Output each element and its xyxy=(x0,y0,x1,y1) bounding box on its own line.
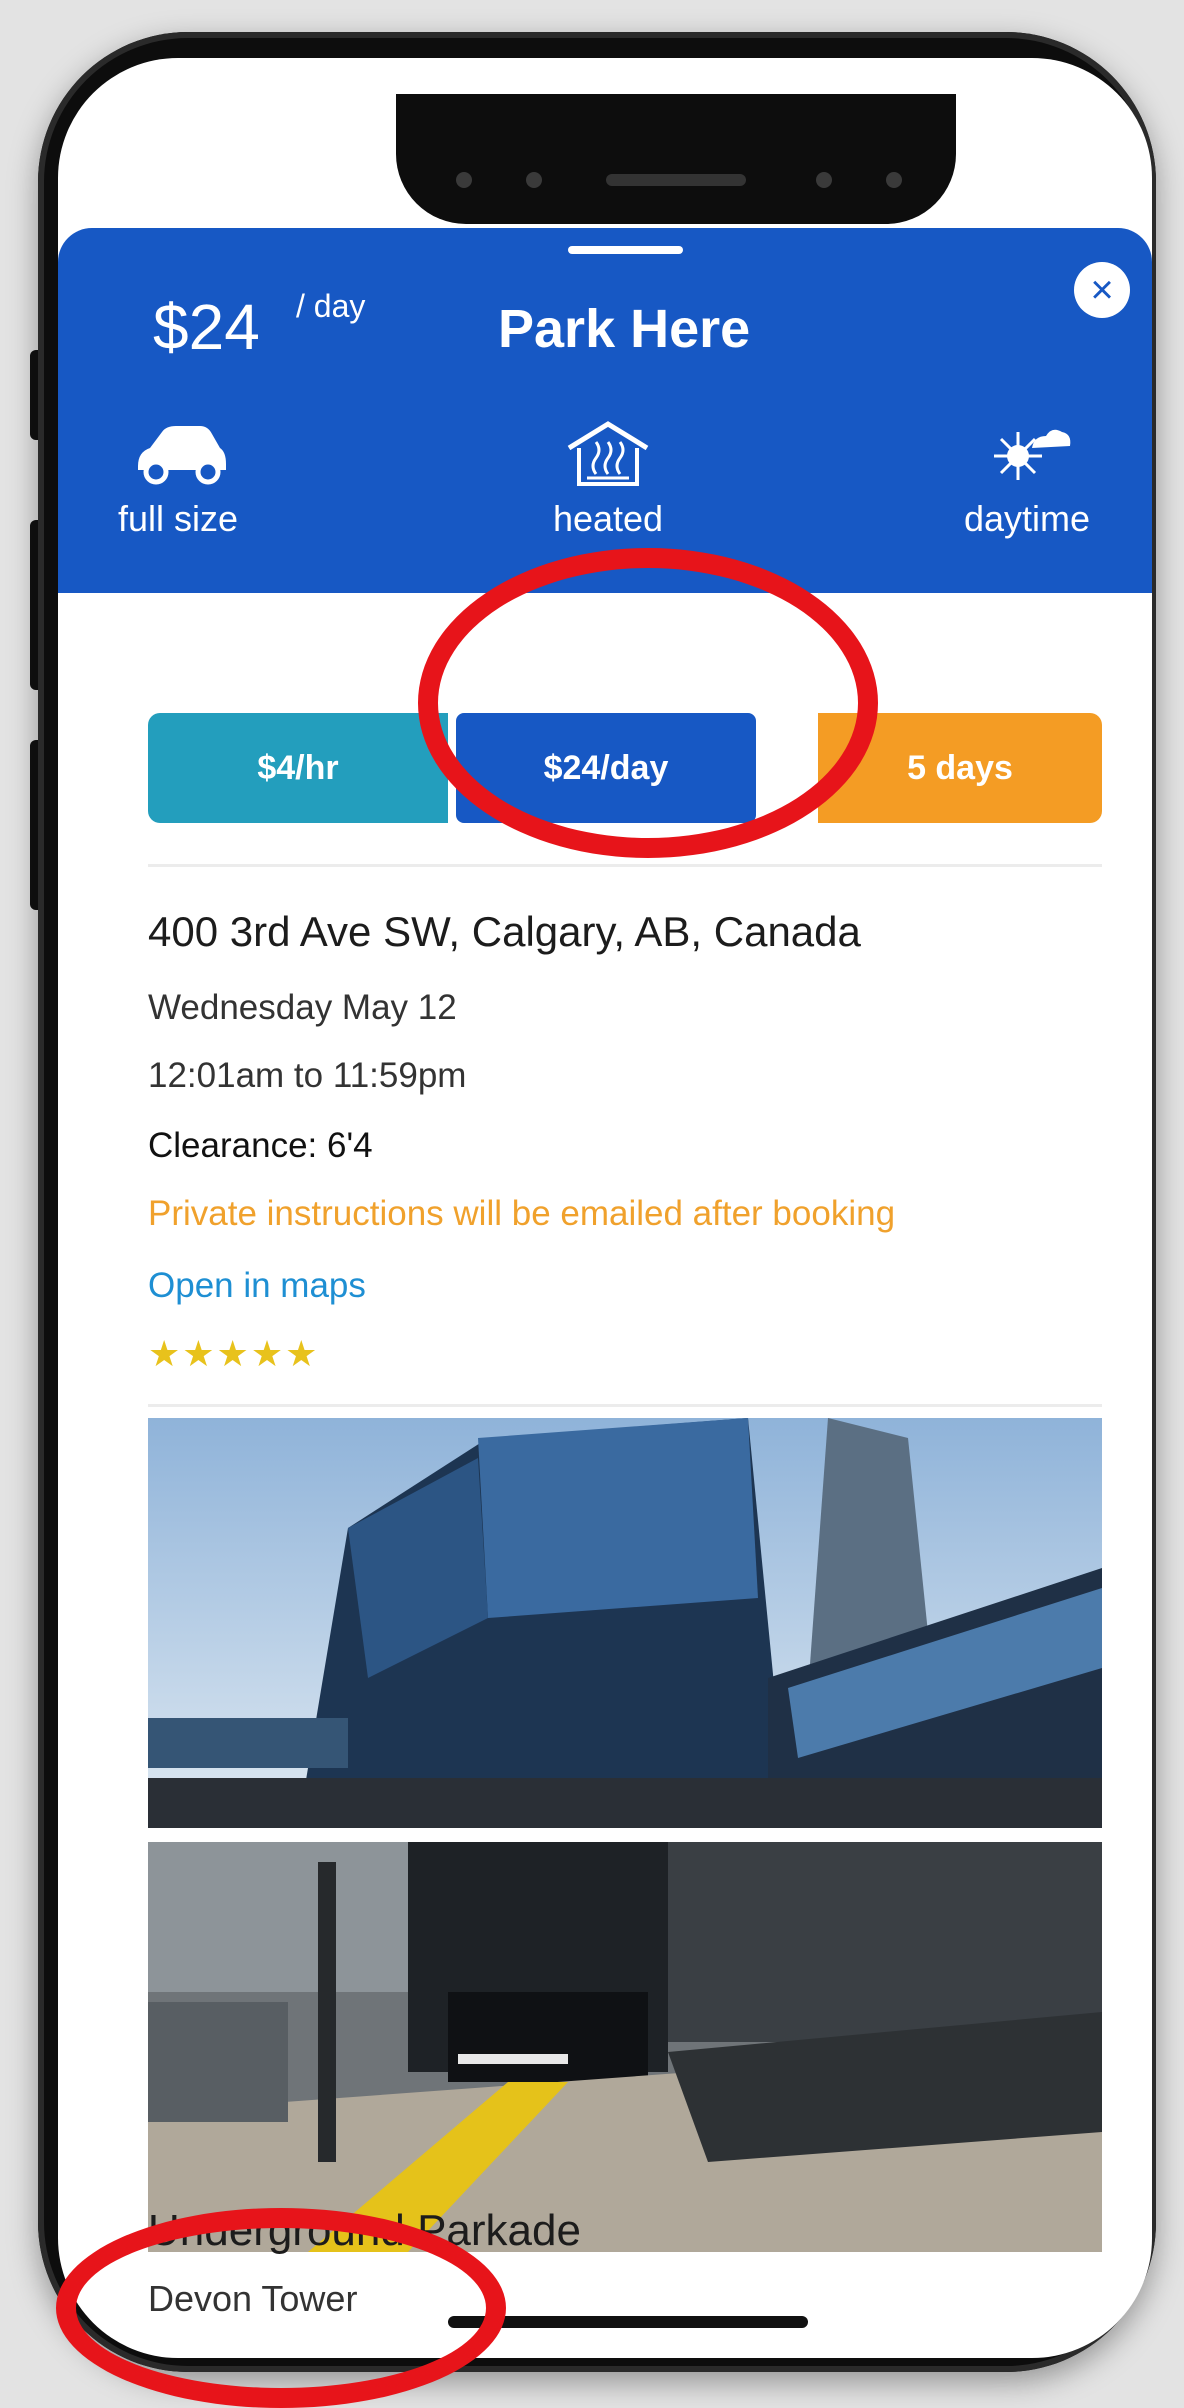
sensor-dot xyxy=(886,172,902,188)
feature-label: daytime xyxy=(963,498,1091,539)
location-caption: Underground Parkade xyxy=(148,2206,581,2255)
home-indicator[interactable] xyxy=(448,2316,808,2328)
speaker-grille xyxy=(606,174,746,186)
feature-label: heated xyxy=(552,498,664,539)
building-photo xyxy=(148,1418,1102,1828)
phone-notch xyxy=(396,94,956,224)
divider xyxy=(148,1404,1102,1407)
close-button[interactable]: × xyxy=(1074,262,1130,318)
price-unit: / day xyxy=(296,288,366,324)
feature-full-size: full size xyxy=(78,418,278,540)
daily-price: $24 xyxy=(153,291,260,363)
sun-cloud-icon xyxy=(922,418,1132,498)
camera-dot xyxy=(526,172,542,188)
sensor-dot xyxy=(456,172,472,188)
star-rating: ★★★★★ xyxy=(148,1333,320,1374)
clearance-height: Clearance: 6'4 xyxy=(148,1126,373,1165)
parking-address: 400 3rd Ave SW, Calgary, AB, Canada xyxy=(148,908,861,955)
divider xyxy=(148,864,1102,867)
close-icon: × xyxy=(1090,268,1114,312)
car-icon xyxy=(78,418,278,498)
rate-tab-daily[interactable]: $24/day xyxy=(456,713,756,823)
rate-tab-multi-day[interactable]: 5 days xyxy=(818,713,1102,823)
heated-garage-icon xyxy=(518,418,698,498)
location-name: Devon Tower xyxy=(148,2278,358,2319)
rate-tab-hourly[interactable]: $4/hr xyxy=(148,713,448,823)
parkade-entrance-photo xyxy=(148,1842,1102,2252)
feature-label: full size xyxy=(117,498,239,539)
instructions-notice: Private instructions will be emailed aft… xyxy=(148,1194,896,1233)
sheet-grabber[interactable] xyxy=(568,246,683,254)
booking-time: 12:01am to 11:59pm xyxy=(148,1056,467,1095)
park-here-header: $24 / day Park Here × full size heated d… xyxy=(58,228,1152,593)
page-title: Park Here xyxy=(498,299,751,359)
sensor-dot xyxy=(816,172,832,188)
booking-date: Wednesday May 12 xyxy=(148,988,457,1027)
feature-daytime: daytime xyxy=(922,418,1132,540)
feature-heated: heated xyxy=(518,418,698,540)
open-in-maps-link[interactable]: Open in maps xyxy=(148,1266,366,1306)
phone-screen: $24 / day Park Here × full size heated d… xyxy=(58,58,1152,2358)
